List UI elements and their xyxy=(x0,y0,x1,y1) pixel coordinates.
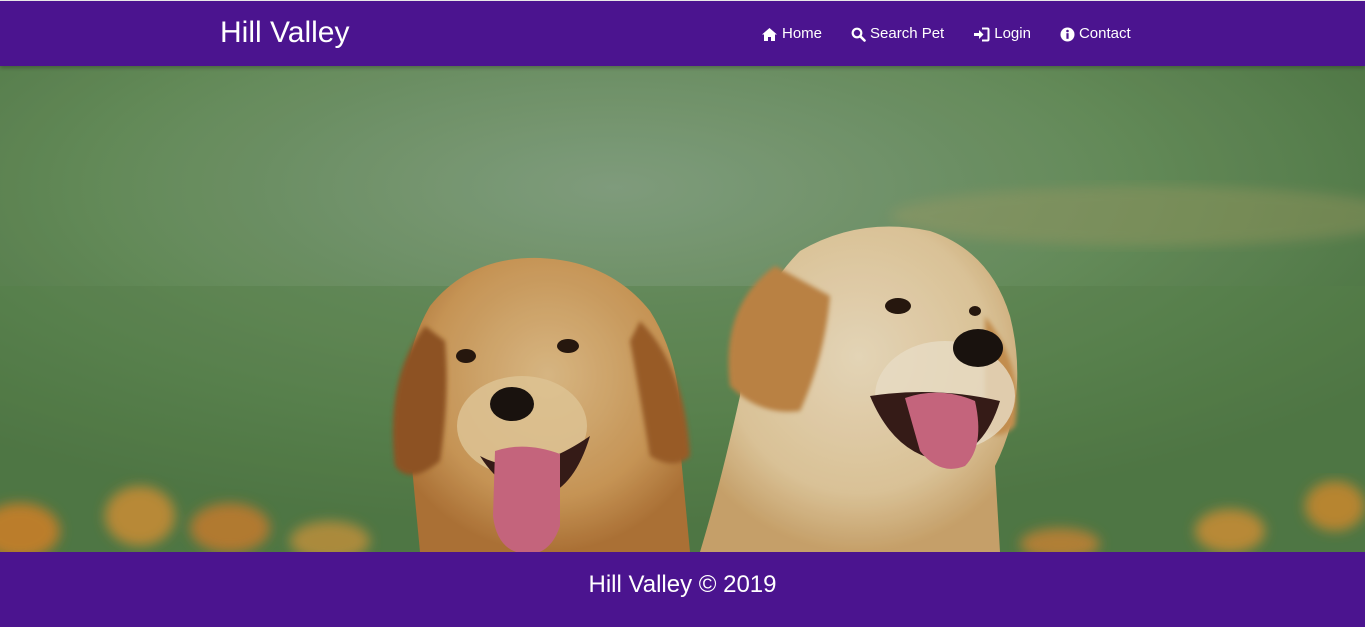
home-icon xyxy=(762,27,777,41)
nav-label-home: Home xyxy=(782,25,823,42)
nav-menu: Home Search Pet Login Contact xyxy=(761,23,1131,45)
hero-puppies-image xyxy=(0,66,1365,552)
nav-label-login: Login xyxy=(994,25,1031,42)
nav-item-home[interactable]: Home xyxy=(761,23,822,45)
nav-item-login[interactable]: Login xyxy=(973,23,1031,45)
brand-link[interactable]: Hill Valley xyxy=(220,16,349,50)
top-navbar: Hill Valley Home Search Pet Login Contac… xyxy=(0,0,1365,66)
nav-label-contact: Contact xyxy=(1078,25,1131,42)
login-icon xyxy=(974,27,990,41)
search-icon xyxy=(851,27,866,42)
footer: Hill Valley © 2019 xyxy=(0,552,1365,627)
info-icon xyxy=(1060,27,1075,41)
nav-item-search-pet[interactable]: Search Pet xyxy=(851,23,944,45)
nav-label-search-pet: Search Pet xyxy=(870,25,945,42)
footer-copyright: Hill Valley © 2019 xyxy=(588,571,777,598)
nav-item-contact[interactable]: Contact xyxy=(1060,23,1131,45)
hero-banner xyxy=(0,66,1365,552)
